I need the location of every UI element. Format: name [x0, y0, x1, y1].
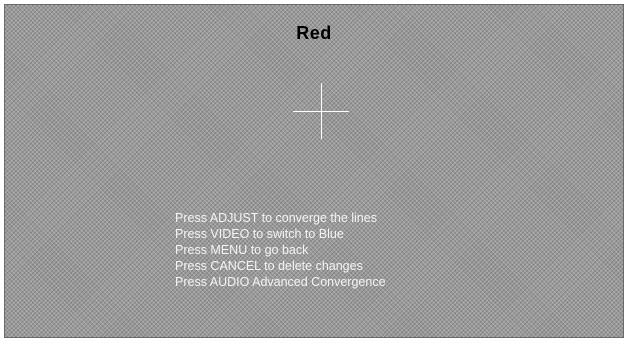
convergence-screen: Red Press ADJUST to converge the lines P…	[4, 4, 624, 338]
crosshair-vertical-line	[321, 83, 322, 139]
crosshair-icon	[293, 83, 349, 139]
instruction-video: Press VIDEO to switch to Blue	[175, 227, 344, 241]
instruction-menu: Press MENU to go back	[175, 243, 309, 257]
instruction-audio: Press AUDIO Advanced Convergence	[175, 275, 386, 289]
instruction-adjust: Press ADJUST to converge the lines	[175, 211, 377, 225]
screen-title: Red	[296, 23, 332, 43]
instruction-cancel: Press CANCEL to delete changes	[175, 259, 363, 273]
instruction-list: Press ADJUST to converge the lines Press…	[175, 210, 505, 290]
